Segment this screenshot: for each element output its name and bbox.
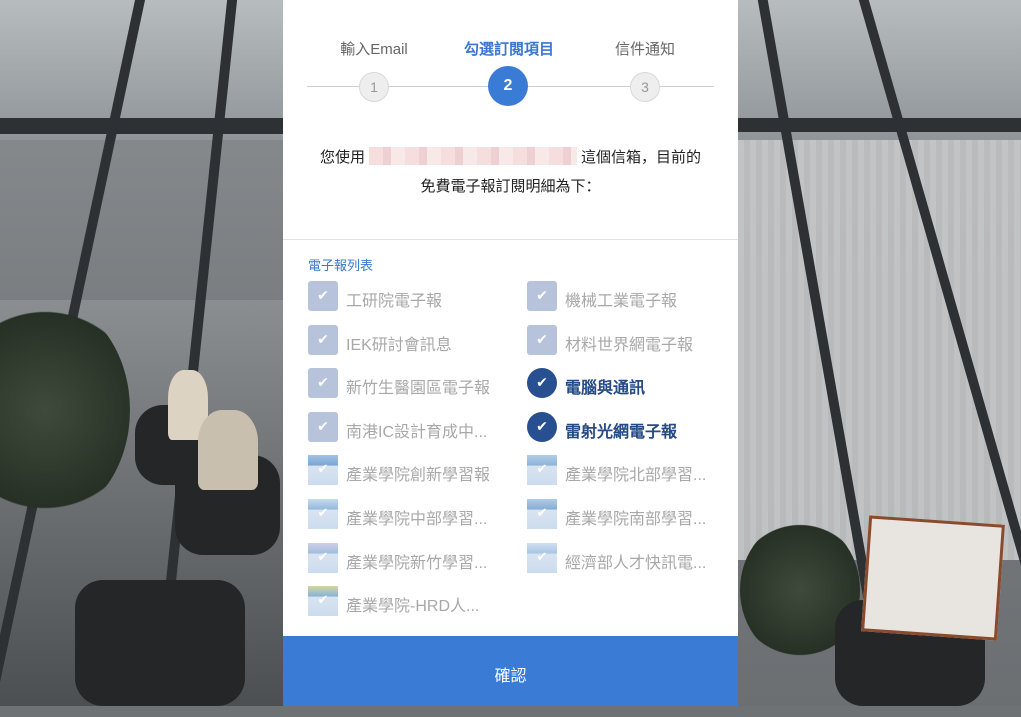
newsletter-option-label: 工研院電子報 <box>346 293 443 310</box>
newsletter-option[interactable]: ✔ 產業學院北部學習... <box>527 455 737 487</box>
thumbnail-checkbox[interactable]: ✔ <box>527 455 557 486</box>
check-icon: ✔ <box>527 542 557 573</box>
checkbox-icon[interactable]: ✔ <box>308 411 338 442</box>
intro-line-2: 免費電子報訂閱明細為下： <box>420 178 601 195</box>
background-beam <box>0 118 283 134</box>
intro-line-1: 您使用 這個信箱，目前的 <box>283 143 738 172</box>
newsletter-option-label: 機械工業電子報 <box>565 293 678 310</box>
redacted-email <box>369 147 577 166</box>
newsletter-option-label: 產業學院南部學習... <box>565 511 707 528</box>
background-plaza <box>738 140 1021 560</box>
section-divider <box>283 239 738 240</box>
newsletter-option-label: 新竹生醫園區電子報 <box>346 380 491 398</box>
newsletter-option[interactable]: ✔ 新竹生醫園區電子報 <box>308 368 518 400</box>
check-icon: ✔ <box>308 542 338 573</box>
newsletter-option-label: 產業學院新竹學習... <box>346 554 488 572</box>
subscription-modal: 輸入Email 勾選訂閱項目 信件通知 1 2 3 您使用 這個信箱，目前的 免費… <box>283 0 738 706</box>
confirm-button[interactable]: 確認 <box>283 636 738 706</box>
newsletter-option[interactable]: ✔ 電腦與通訊 <box>527 368 737 400</box>
newsletter-option[interactable]: ✔ IEK研討會訊息 <box>308 324 518 357</box>
checkbox-icon[interactable]: ✔ <box>308 324 338 355</box>
newsletter-option[interactable]: ✔ 機械工業電子報 <box>527 281 737 313</box>
newsletter-option[interactable]: ✔ 經濟部人才快訊電... <box>527 542 737 575</box>
newsletter-option[interactable]: ✔ 產業學院中部學習... <box>308 499 518 531</box>
newsletter-option[interactable]: ✔ 雷射光網電子報 <box>527 411 737 444</box>
newsletter-option-label: 產業學院創新學習報 <box>346 467 491 485</box>
checkbox-icon[interactable]: ✔ <box>308 281 338 311</box>
thumbnail-checkbox[interactable]: ✔ <box>308 542 338 573</box>
step-3-label: 信件通知 <box>614 41 675 58</box>
checked-circle-icon[interactable]: ✔ <box>527 411 557 442</box>
newsletter-option[interactable]: ✔ 工研院電子報 <box>308 281 518 313</box>
newsletter-option-label: 材料世界網電子報 <box>565 336 694 354</box>
newsletter-option[interactable]: ✔ 產業學院創新學習報 <box>308 455 518 487</box>
newsletter-option[interactable]: ✔ 材料世界網電子報 <box>527 324 737 357</box>
checkbox-icon[interactable]: ✔ <box>308 368 338 399</box>
thumbnail-checkbox[interactable]: ✔ <box>527 542 557 573</box>
step-2-label: 勾選訂閱項目 <box>463 41 554 58</box>
newsletter-option[interactable]: ✔ 南港IC設計育成中... <box>308 411 518 444</box>
thumbnail-checkbox[interactable]: ✔ <box>308 586 338 617</box>
checkbox-icon[interactable]: ✔ <box>527 324 557 355</box>
thumbnail-checkbox[interactable]: ✔ <box>527 499 557 529</box>
newsletter-option-label: 產業學院-HRD人... <box>346 598 480 616</box>
newsletter-list-title: 電子報列表 <box>308 258 374 273</box>
intro-suffix: 這個信箱，目前的 <box>581 149 702 166</box>
step-1-circle: 1 <box>359 72 389 102</box>
check-icon: ✔ <box>527 455 557 486</box>
checkbox-icon[interactable]: ✔ <box>527 281 557 311</box>
newsletter-option[interactable]: ✔ 產業學院-HRD人... <box>308 586 518 618</box>
checked-circle-icon[interactable]: ✔ <box>527 368 557 399</box>
newsletter-option-label: 產業學院中部學習... <box>346 511 488 528</box>
check-icon: ✔ <box>308 455 338 486</box>
newsletter-option-label: 雷射光網電子報 <box>565 423 678 441</box>
intro-text: 您使用 這個信箱，目前的 免費電子報訂閱明細為下： <box>283 143 738 201</box>
step-1-label: 輸入Email <box>340 41 408 58</box>
background-person <box>198 410 258 490</box>
newsletter-option-label: 產業學院北部學習... <box>565 467 707 485</box>
check-icon: ✔ <box>527 499 557 529</box>
newsletter-option-label: 電腦與通訊 <box>565 380 646 398</box>
background-chair <box>75 580 245 706</box>
thumbnail-checkbox[interactable]: ✔ <box>308 455 338 486</box>
intro-prefix: 您使用 <box>319 149 365 166</box>
newsletter-option-label: IEK研討會訊息 <box>346 336 452 354</box>
background-table <box>861 515 1005 641</box>
check-icon: ✔ <box>308 586 338 617</box>
newsletter-option-label: 南港IC設計育成中... <box>346 423 488 441</box>
thumbnail-checkbox[interactable]: ✔ <box>308 499 338 529</box>
step-indicator: 輸入Email 勾選訂閱項目 信件通知 1 2 3 <box>283 0 738 120</box>
step-2-circle: 2 <box>488 66 528 106</box>
newsletter-option-label: 經濟部人才快訊電... <box>565 554 707 572</box>
newsletter-option[interactable]: ✔ 產業學院南部學習... <box>527 499 737 531</box>
check-icon: ✔ <box>308 499 338 529</box>
newsletter-option[interactable]: ✔ 產業學院新竹學習... <box>308 542 518 575</box>
step-3-circle: 3 <box>630 72 660 102</box>
